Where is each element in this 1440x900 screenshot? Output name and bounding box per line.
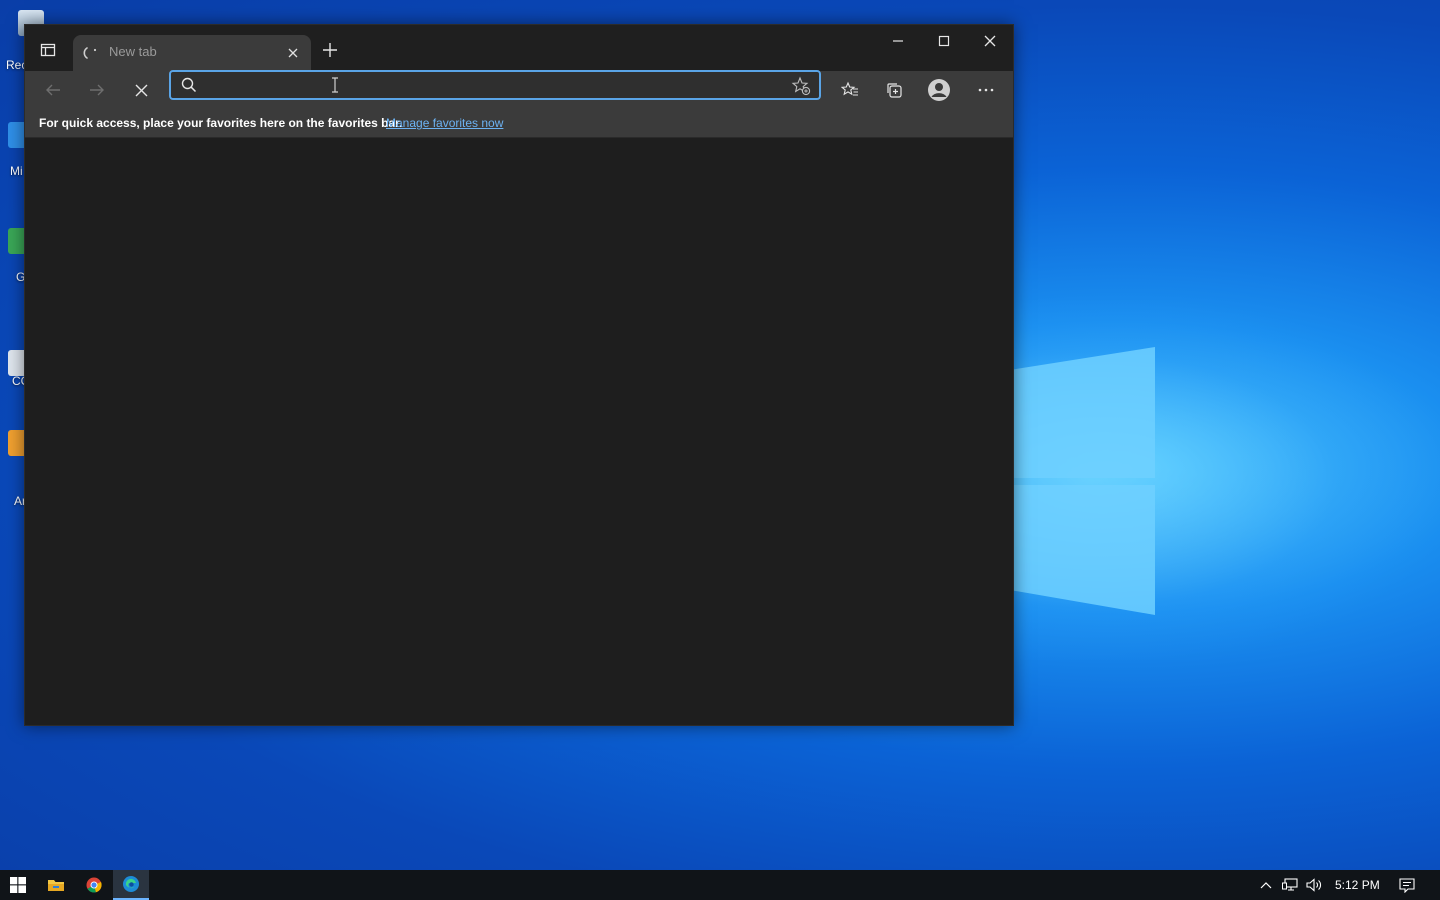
close-icon — [288, 48, 298, 58]
chrome-icon — [86, 877, 102, 893]
avatar-icon — [928, 79, 950, 101]
page-content — [25, 138, 1013, 725]
tab-actions-button[interactable] — [35, 37, 61, 63]
favorites-icon — [841, 81, 858, 96]
close-icon — [984, 35, 996, 47]
text-cursor-icon — [332, 77, 338, 93]
title-bar: New tab — [25, 25, 1013, 71]
tab-title: New tab — [109, 44, 157, 59]
address-input[interactable] — [205, 72, 769, 100]
address-bar[interactable] — [169, 70, 821, 100]
taskbar: 5:12 PM — [0, 870, 1440, 900]
collections-button[interactable] — [879, 75, 909, 105]
plus-icon — [323, 43, 337, 57]
favorites-bar-message: For quick access, place your favorites h… — [39, 116, 403, 130]
action-center-button[interactable] — [1399, 877, 1415, 893]
taskbar-edge[interactable] — [113, 870, 149, 900]
more-horizontal-icon — [978, 88, 994, 92]
back-button[interactable] — [38, 75, 68, 105]
maximize-button[interactable] — [921, 25, 967, 57]
new-tab-button[interactable] — [317, 37, 343, 63]
settings-more-button[interactable] — [971, 75, 1001, 105]
notification-icon — [1399, 877, 1415, 893]
taskbar-file-explorer[interactable] — [38, 870, 74, 900]
edge-icon — [123, 876, 139, 892]
chevron-up-icon — [1260, 882, 1272, 889]
windows-logo-wallpaper — [1010, 347, 1155, 615]
desktop-icon-label: Mi — [10, 164, 23, 178]
manage-favorites-link[interactable]: Manage favorites now — [386, 116, 503, 130]
start-button[interactable] — [0, 870, 36, 900]
loading-spinner-icon — [83, 47, 97, 59]
tab-new-tab[interactable]: New tab — [73, 35, 311, 71]
network-button[interactable] — [1282, 877, 1298, 893]
close-window-button[interactable] — [967, 25, 1013, 57]
profile-button[interactable] — [924, 75, 954, 105]
taskbar-chrome[interactable] — [76, 870, 112, 900]
back-arrow-icon — [46, 84, 60, 96]
favorites-button[interactable] — [835, 75, 865, 105]
minimize-button[interactable] — [875, 25, 921, 57]
tab-actions-icon — [40, 43, 56, 57]
maximize-icon — [938, 35, 950, 47]
volume-button[interactable] — [1306, 877, 1322, 893]
windows-start-icon — [10, 877, 26, 893]
search-icon — [181, 77, 197, 93]
network-icon — [1282, 878, 1298, 891]
forward-arrow-icon — [90, 84, 104, 96]
minimize-icon — [893, 40, 903, 42]
volume-icon — [1306, 878, 1321, 892]
close-icon — [135, 84, 147, 96]
tab-close-button[interactable] — [283, 43, 303, 63]
forward-button[interactable] — [82, 75, 112, 105]
file-explorer-icon — [48, 880, 64, 891]
taskbar-clock[interactable]: 5:12 PM — [1335, 878, 1380, 892]
stop-loading-button[interactable] — [126, 75, 156, 105]
add-to-favorites-icon[interactable] — [791, 76, 811, 96]
browser-window: New tab For quick access, place your fav… — [24, 24, 1014, 726]
navigation-toolbar — [25, 70, 1013, 109]
collections-icon — [887, 83, 902, 98]
show-hidden-icons-button[interactable] — [1258, 877, 1274, 893]
favorites-bar: For quick access, place your favorites h… — [25, 109, 1013, 138]
